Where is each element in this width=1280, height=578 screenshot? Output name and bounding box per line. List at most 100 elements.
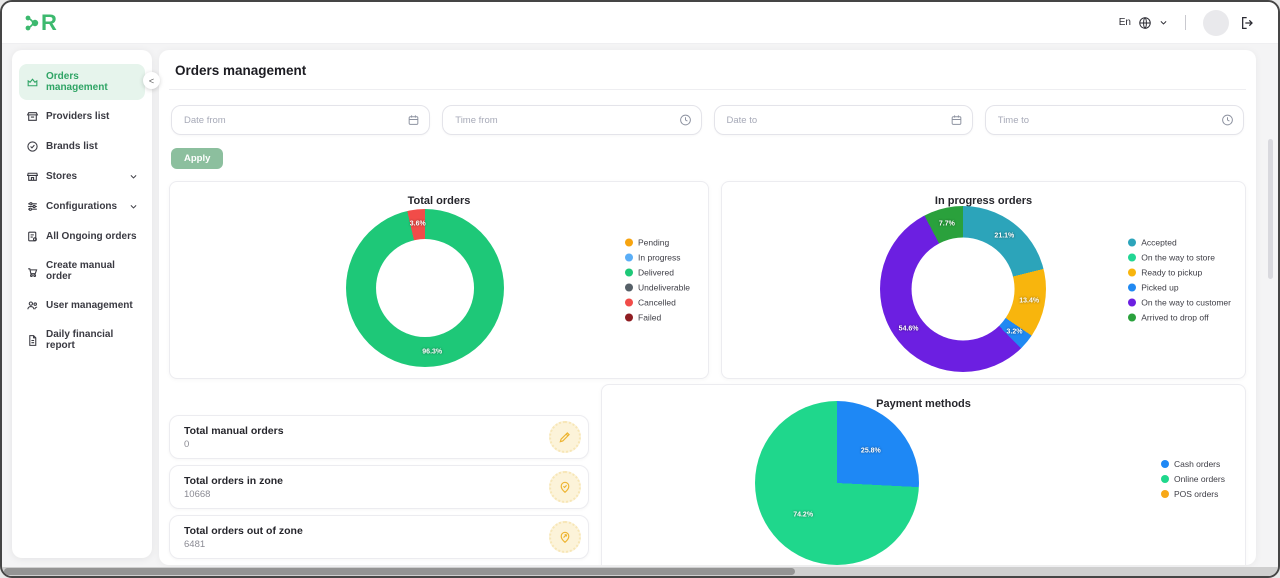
total-orders-out-of-zone-card[interactable]: Total orders out of zone 6481 bbox=[169, 515, 589, 559]
stat-value: 10668 bbox=[184, 489, 283, 500]
in-progress-orders-donut[interactable]: 21.1%13.4%3.2%54.6%7.7% bbox=[880, 206, 1046, 372]
pin-check-icon bbox=[549, 471, 581, 503]
sidebar-item-label: Providers list bbox=[46, 111, 109, 122]
sidebar-item-providers-list[interactable]: Providers list bbox=[19, 103, 145, 130]
header-divider bbox=[1185, 15, 1186, 30]
horizontal-scrollbar[interactable] bbox=[2, 567, 1278, 576]
slice-label: 7.7% bbox=[939, 220, 955, 227]
stat-value: 0 bbox=[184, 439, 284, 450]
legend-item[interactable]: Online orders bbox=[1161, 474, 1225, 484]
legend-item[interactable]: In progress bbox=[625, 253, 690, 263]
legend-label: Accepted bbox=[1141, 238, 1176, 248]
logo-dots-icon bbox=[24, 11, 41, 35]
legend-item[interactable]: POS orders bbox=[1161, 489, 1225, 499]
slice-label: 96.3% bbox=[422, 348, 442, 355]
legend-item[interactable]: Cash orders bbox=[1161, 459, 1225, 469]
chart-title: In progress orders bbox=[722, 195, 1245, 207]
date-from-field bbox=[171, 105, 430, 135]
legend-label: On the way to store bbox=[1141, 253, 1215, 263]
donut-hole bbox=[376, 239, 474, 337]
horizontal-scrollbar-thumb[interactable] bbox=[4, 568, 795, 575]
logout-icon[interactable] bbox=[1240, 15, 1256, 31]
legend-dot bbox=[625, 299, 633, 307]
legend-dot bbox=[625, 314, 633, 322]
sidebar-item-create-manual-order[interactable]: Create manual order bbox=[19, 253, 145, 289]
slice-label: 25.8% bbox=[861, 447, 881, 454]
total-manual-orders-card[interactable]: Total manual orders 0 bbox=[169, 415, 589, 459]
sidebar-item-stores[interactable]: Stores bbox=[19, 163, 145, 190]
stat-title: Total orders in zone bbox=[184, 475, 283, 487]
date-to-input[interactable] bbox=[714, 105, 973, 135]
payment-methods-pie[interactable]: 25.8%74.2% bbox=[755, 401, 919, 565]
time-to-input[interactable] bbox=[985, 105, 1244, 135]
legend-dot bbox=[1161, 490, 1169, 498]
date-from-input[interactable] bbox=[171, 105, 430, 135]
sidebar-item-daily-financial-report[interactable]: Daily financial report bbox=[19, 322, 145, 358]
legend-item[interactable]: Accepted bbox=[1128, 238, 1231, 248]
legend-item[interactable]: Ready to pickup bbox=[1128, 268, 1231, 278]
clock-icon[interactable] bbox=[1221, 114, 1234, 127]
sidebar-item-label: Stores bbox=[46, 171, 77, 182]
legend-label: Cash orders bbox=[1174, 459, 1220, 469]
legend-item[interactable]: On the way to store bbox=[1128, 253, 1231, 263]
legend-label: Failed bbox=[638, 313, 661, 323]
chevron-down-icon bbox=[129, 202, 138, 211]
stores-icon bbox=[26, 170, 39, 183]
language-chevron-down-icon[interactable] bbox=[1159, 18, 1168, 27]
legend-item[interactable]: Cancelled bbox=[625, 298, 690, 308]
legend-item[interactable]: Arrived to drop off bbox=[1128, 313, 1231, 323]
sidebar-item-orders-management[interactable]: Orders management bbox=[19, 64, 145, 100]
date-to-field bbox=[714, 105, 973, 135]
legend-item[interactable]: Pending bbox=[625, 238, 690, 248]
clock-icon[interactable] bbox=[679, 114, 692, 127]
legend-item[interactable]: Undeliverable bbox=[625, 283, 690, 293]
cart-icon bbox=[26, 265, 39, 278]
sidebar-item-configurations[interactable]: Configurations bbox=[19, 193, 145, 220]
stat-title: Total manual orders bbox=[184, 425, 284, 437]
globe-icon[interactable] bbox=[1138, 16, 1152, 30]
app-window: R En Orders bbox=[0, 0, 1280, 578]
sidebar-item-brands-list[interactable]: Brands list bbox=[19, 133, 145, 160]
time-to-field bbox=[985, 105, 1244, 135]
report-icon bbox=[26, 334, 39, 347]
legend-item[interactable]: Picked up bbox=[1128, 283, 1231, 293]
chart-title: Payment methods bbox=[602, 398, 1245, 410]
language-label: En bbox=[1119, 17, 1131, 28]
pen-icon bbox=[549, 421, 581, 453]
donut-hole bbox=[912, 238, 1015, 341]
slice-label: 13.4% bbox=[1019, 297, 1039, 304]
legend-item[interactable]: Delivered bbox=[625, 268, 690, 278]
legend-label: Undeliverable bbox=[638, 283, 690, 293]
calendar-icon[interactable] bbox=[407, 114, 420, 127]
stat-value: 6481 bbox=[184, 539, 303, 550]
legend-label: On the way to customer bbox=[1141, 298, 1231, 308]
stat-cards-column: Total manual orders 0 Total orders in zo… bbox=[169, 415, 589, 559]
slice-label: 21.1% bbox=[994, 233, 1014, 240]
sidebar-item-user-management[interactable]: User management bbox=[19, 292, 145, 319]
legend-item[interactable]: On the way to customer bbox=[1128, 298, 1231, 308]
legend-label: In progress bbox=[638, 253, 681, 263]
legend-label: Ready to pickup bbox=[1141, 268, 1202, 278]
apply-button[interactable]: Apply bbox=[171, 148, 223, 169]
chart-legend: Pending In progress Delivered Undeliverable… bbox=[625, 238, 690, 323]
avatar[interactable] bbox=[1203, 10, 1229, 36]
legend-item[interactable]: Failed bbox=[625, 313, 690, 323]
legend-dot bbox=[1128, 284, 1136, 292]
logo-letter: R bbox=[41, 10, 56, 36]
sidebar: Orders management Providers list Brands … bbox=[12, 50, 152, 558]
vertical-scrollbar[interactable] bbox=[1268, 139, 1273, 279]
legend-label: Pending bbox=[638, 238, 669, 248]
sidebar-collapse-button[interactable]: < bbox=[143, 72, 160, 89]
total-orders-donut[interactable]: 96.3%3.6% bbox=[346, 209, 504, 367]
legend-label: Online orders bbox=[1174, 474, 1225, 484]
app-logo[interactable]: R bbox=[24, 10, 56, 36]
users-icon bbox=[26, 299, 39, 312]
total-orders-in-zone-card[interactable]: Total orders in zone 10668 bbox=[169, 465, 589, 509]
legend-dot bbox=[1128, 299, 1136, 307]
charts-row: Total orders 96.3%3.6% PendingIn progres… bbox=[169, 181, 1246, 379]
time-from-input[interactable] bbox=[442, 105, 701, 135]
calendar-icon[interactable] bbox=[950, 114, 963, 127]
sidebar-item-all-ongoing-orders[interactable]: All Ongoing orders bbox=[19, 223, 145, 250]
sidebar-item-label: Create manual order bbox=[46, 260, 138, 282]
legend-label: POS orders bbox=[1174, 489, 1218, 499]
